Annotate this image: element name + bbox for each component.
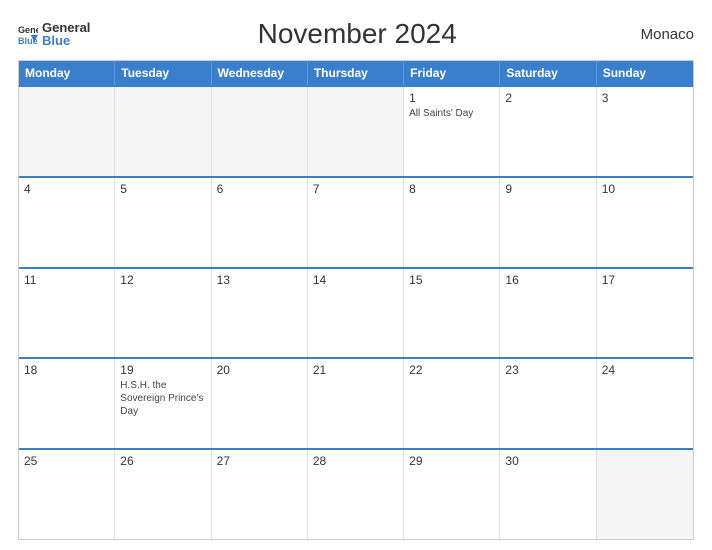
day-number: 22 bbox=[409, 363, 494, 377]
day-cell-8: 8 bbox=[404, 178, 500, 267]
day-number: 28 bbox=[313, 454, 398, 468]
day-cell-23: 23 bbox=[500, 359, 596, 448]
day-number: 11 bbox=[24, 273, 109, 287]
day-cell-empty bbox=[19, 87, 115, 176]
day-cell-28: 28 bbox=[308, 450, 404, 539]
day-number: 2 bbox=[505, 91, 590, 105]
header-monday: Monday bbox=[19, 61, 115, 85]
day-number: 18 bbox=[24, 363, 109, 377]
day-cell-7: 7 bbox=[308, 178, 404, 267]
logo: General Blue General Blue bbox=[18, 21, 90, 47]
day-cell-empty bbox=[597, 450, 693, 539]
day-cell-empty bbox=[212, 87, 308, 176]
header-tuesday: Tuesday bbox=[115, 61, 211, 85]
day-cell-17: 17 bbox=[597, 269, 693, 358]
day-number: 26 bbox=[120, 454, 205, 468]
day-cell-6: 6 bbox=[212, 178, 308, 267]
day-cell-20: 20 bbox=[212, 359, 308, 448]
svg-text:Blue: Blue bbox=[18, 36, 38, 44]
header-saturday: Saturday bbox=[500, 61, 596, 85]
weeks-container: 1 All Saints' Day 2 3 4 5 6 bbox=[19, 85, 693, 539]
day-cell-22: 22 bbox=[404, 359, 500, 448]
day-number: 6 bbox=[217, 182, 302, 196]
day-cell-14: 14 bbox=[308, 269, 404, 358]
day-number: 24 bbox=[602, 363, 688, 377]
day-number: 29 bbox=[409, 454, 494, 468]
day-cell-18: 18 bbox=[19, 359, 115, 448]
day-cell-empty bbox=[115, 87, 211, 176]
day-cell-5: 5 bbox=[115, 178, 211, 267]
day-cell-15: 15 bbox=[404, 269, 500, 358]
day-cell-26: 26 bbox=[115, 450, 211, 539]
header-sunday: Sunday bbox=[597, 61, 693, 85]
day-cell-25: 25 bbox=[19, 450, 115, 539]
day-number: 1 bbox=[409, 91, 494, 105]
day-number: 8 bbox=[409, 182, 494, 196]
day-cell-30: 30 bbox=[500, 450, 596, 539]
day-number: 19 bbox=[120, 363, 205, 377]
calendar-grid: Monday Tuesday Wednesday Thursday Friday… bbox=[18, 60, 694, 540]
day-cell-9: 9 bbox=[500, 178, 596, 267]
day-cell-4: 4 bbox=[19, 178, 115, 267]
header: General Blue General Blue November 2024 … bbox=[18, 18, 694, 50]
header-wednesday: Wednesday bbox=[212, 61, 308, 85]
day-number: 16 bbox=[505, 273, 590, 287]
day-number: 4 bbox=[24, 182, 109, 196]
day-cell-24: 24 bbox=[597, 359, 693, 448]
day-number: 12 bbox=[120, 273, 205, 287]
day-number: 13 bbox=[217, 273, 302, 287]
header-thursday: Thursday bbox=[308, 61, 404, 85]
day-number: 25 bbox=[24, 454, 109, 468]
logo-blue-text: Blue bbox=[42, 34, 90, 47]
week-row-1: 1 All Saints' Day 2 3 bbox=[19, 85, 693, 176]
day-number: 15 bbox=[409, 273, 494, 287]
day-cell-19: 19 H.S.H. the Sovereign Prince's Day bbox=[115, 359, 211, 448]
day-number: 27 bbox=[217, 454, 302, 468]
day-cell-13: 13 bbox=[212, 269, 308, 358]
day-cell-11: 11 bbox=[19, 269, 115, 358]
day-headers-row: Monday Tuesday Wednesday Thursday Friday… bbox=[19, 61, 693, 85]
calendar-title: November 2024 bbox=[90, 18, 624, 50]
day-cell-29: 29 bbox=[404, 450, 500, 539]
day-cell-12: 12 bbox=[115, 269, 211, 358]
week-row-2: 4 5 6 7 8 9 10 bbox=[19, 176, 693, 267]
day-number: 5 bbox=[120, 182, 205, 196]
country-label: Monaco bbox=[624, 26, 694, 43]
day-number: 3 bbox=[602, 91, 688, 105]
week-row-4: 18 19 H.S.H. the Sovereign Prince's Day … bbox=[19, 357, 693, 448]
day-number: 10 bbox=[602, 182, 688, 196]
day-number: 14 bbox=[313, 273, 398, 287]
day-number: 7 bbox=[313, 182, 398, 196]
day-cell-empty bbox=[308, 87, 404, 176]
day-number: 21 bbox=[313, 363, 398, 377]
day-cell-2: 2 bbox=[500, 87, 596, 176]
day-cell-3: 3 bbox=[597, 87, 693, 176]
logo-icon: General Blue bbox=[18, 24, 38, 44]
day-cell-10: 10 bbox=[597, 178, 693, 267]
day-cell-16: 16 bbox=[500, 269, 596, 358]
day-number: 17 bbox=[602, 273, 688, 287]
calendar-page: General Blue General Blue November 2024 … bbox=[0, 0, 712, 550]
week-row-3: 11 12 13 14 15 16 17 bbox=[19, 267, 693, 358]
day-event: H.S.H. the Sovereign Prince's Day bbox=[120, 379, 205, 418]
svg-text:General: General bbox=[18, 25, 38, 35]
day-number: 20 bbox=[217, 363, 302, 377]
day-cell-21: 21 bbox=[308, 359, 404, 448]
day-number: 9 bbox=[505, 182, 590, 196]
day-number: 30 bbox=[505, 454, 590, 468]
day-cell-27: 27 bbox=[212, 450, 308, 539]
day-number: 23 bbox=[505, 363, 590, 377]
header-friday: Friday bbox=[404, 61, 500, 85]
day-cell-1: 1 All Saints' Day bbox=[404, 87, 500, 176]
day-event: All Saints' Day bbox=[409, 107, 494, 120]
week-row-5: 25 26 27 28 29 30 bbox=[19, 448, 693, 539]
